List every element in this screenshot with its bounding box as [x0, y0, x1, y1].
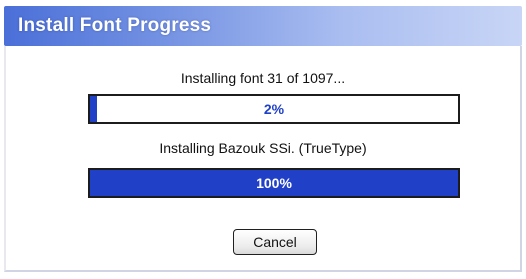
overall-progress-label: 2%	[263, 101, 285, 117]
cancel-button[interactable]: Cancel	[233, 229, 317, 255]
title-bar[interactable]: Install Font Progress	[4, 6, 522, 46]
overall-status-text: Installing font 31 of 1097...	[180, 70, 346, 86]
current-status-text: Installing Bazouk SSi. (TrueType)	[159, 140, 367, 156]
current-progress-bar: 100%	[88, 168, 460, 198]
window-title: Install Font Progress	[18, 15, 212, 36]
install-font-progress-dialog: Install Font Progress Installing font 31…	[0, 0, 526, 279]
current-progress-label: 100%	[256, 175, 292, 191]
overall-progress-bar: 2%	[88, 94, 460, 124]
